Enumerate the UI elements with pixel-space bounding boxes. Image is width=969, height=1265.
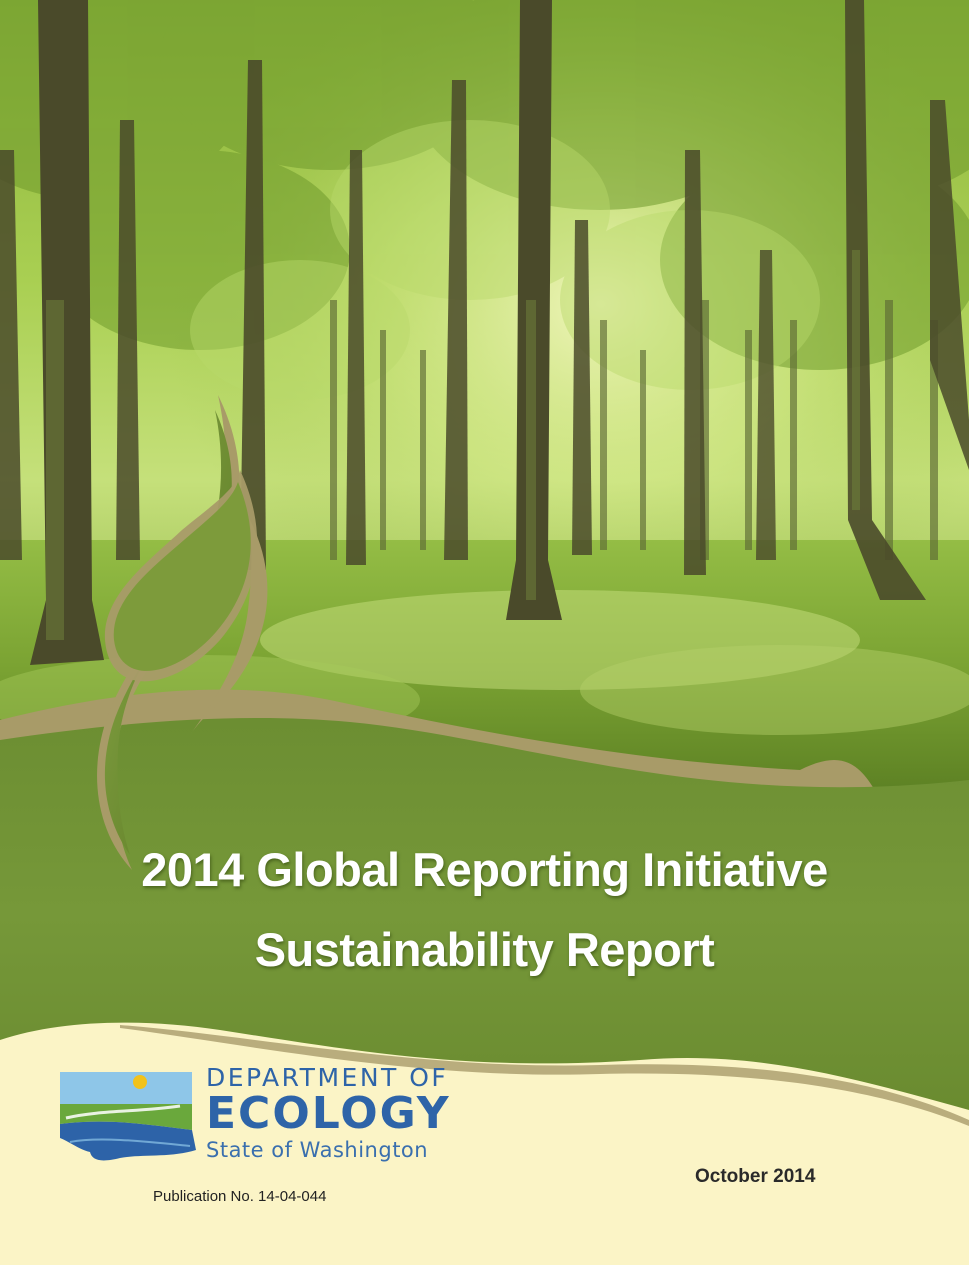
ecology-logo-mark (60, 1072, 196, 1161)
report-title-line1: 2014 Global Reporting Initiative (141, 843, 828, 896)
logo-ecology-text: ECOLOGY (206, 1088, 451, 1139)
report-date: October 2014 (695, 1166, 816, 1187)
publication-number: Publication No. 14-04-044 (153, 1188, 327, 1205)
report-cover: 2014 Global Reporting Initiative Sustain… (0, 0, 969, 1265)
cover-artwork (0, 0, 969, 1161)
report-title-line2: Sustainability Report (254, 923, 715, 976)
logo-state-text: State of Washington (206, 1138, 429, 1162)
